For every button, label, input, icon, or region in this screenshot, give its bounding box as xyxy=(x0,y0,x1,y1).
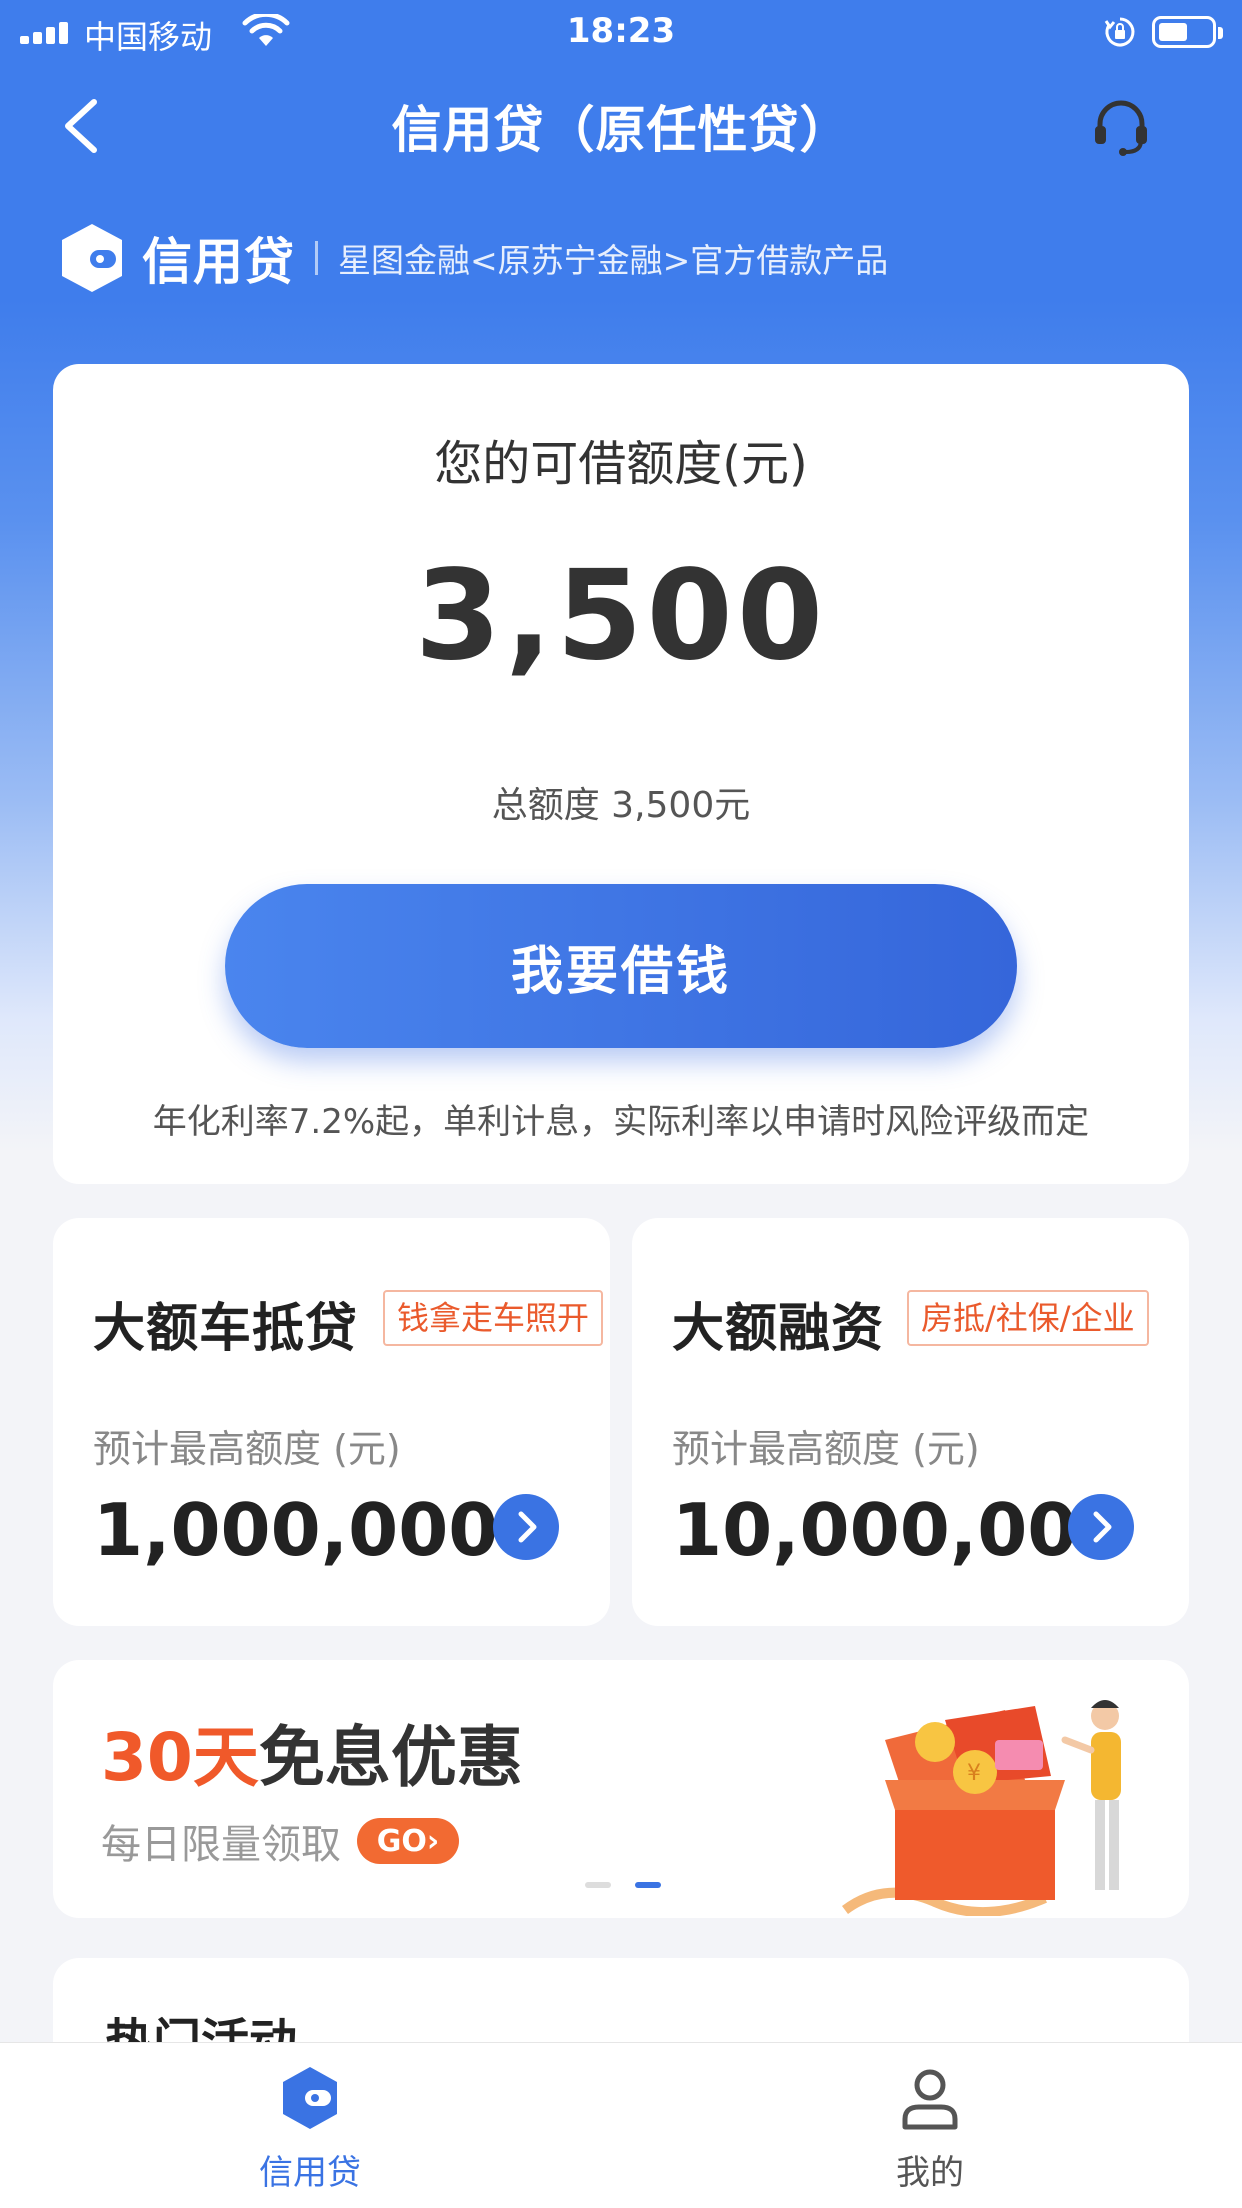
product-title: 大额车抵贷 xyxy=(93,1299,359,1359)
user-icon xyxy=(902,2069,958,2130)
banner-subtitle-text: 每日限量领取 xyxy=(101,1822,341,1868)
tab-label: 我的 xyxy=(896,2153,964,2193)
chevron-right-icon[interactable] xyxy=(493,1494,559,1560)
available-credit-amount: 3,500 xyxy=(414,544,828,688)
carousel-dot-active[interactable] xyxy=(635,1882,661,1888)
brand-divider xyxy=(315,241,318,275)
available-credit-label: 您的可借额度(元) xyxy=(434,436,808,492)
wallet-logo-icon xyxy=(62,224,122,292)
banner-subtitle: 每日限量领取 GO› xyxy=(101,1812,459,1870)
product-tag: 房抵/社保/企业 xyxy=(907,1290,1149,1346)
headset-icon[interactable] xyxy=(1090,96,1152,158)
banner-title: 30天免息优惠 xyxy=(101,1704,523,1800)
red-envelope-gift-illustration: ¥ xyxy=(842,1700,1121,1916)
borrow-button[interactable]: 我要借钱 xyxy=(225,884,1017,1048)
large-financing-card[interactable]: 大额融资 房抵/社保/企业 预计最高额度 (元) 10,000,000 xyxy=(632,1218,1189,1626)
battery-icon xyxy=(1152,16,1223,48)
interest-rate-note: 年化利率7.2%起，单利计息，实际利率以申请时风险评级而定 xyxy=(152,1102,1090,1142)
car-loan-card[interactable]: 大额车抵贷 钱拿走车照开 预计最高额度 (元) 1,000,000 xyxy=(53,1218,610,1626)
clock: 18:23 xyxy=(566,11,676,51)
product-tag: 钱拿走车照开 xyxy=(383,1290,604,1346)
brand-row: 信用贷 星图金融<原苏宁金融>官方借款产品 xyxy=(52,218,888,298)
page-title: 信用贷（原任性贷） xyxy=(391,101,851,159)
carousel-dots xyxy=(585,1882,705,1890)
tab-label: 信用贷 xyxy=(259,2153,361,2193)
tab-mine[interactable]: 我的 xyxy=(830,2063,1030,2194)
product-subtitle: 预计最高额度 (元) xyxy=(93,1427,401,1471)
bottom-tab-bar: 信用贷 我的 xyxy=(0,2042,1242,2208)
promo-banner[interactable]: 30天免息优惠 每日限量领取 GO› ¥ xyxy=(53,1660,1189,1918)
status-bar: 中国移动 18:23 xyxy=(0,0,1242,62)
orientation-lock-icon xyxy=(1104,17,1135,47)
chevron-right-icon[interactable] xyxy=(1068,1494,1134,1560)
carousel-dot[interactable] xyxy=(585,1882,611,1888)
product-max-amount: 1,000,000 xyxy=(93,1488,499,1572)
go-button[interactable]: GO› xyxy=(357,1818,459,1864)
total-credit-line: 总额度 3,500元 xyxy=(491,785,751,826)
tab-credit-loan[interactable]: 信用贷 xyxy=(210,2063,410,2194)
product-title: 大额融资 xyxy=(672,1299,885,1359)
product-subtitle: 预计最高额度 (元) xyxy=(672,1427,980,1471)
brand-subtitle: 星图金融<原苏宁金融>官方借款产品 xyxy=(338,241,889,280)
credit-card: 您的可借额度(元) 3,500 总额度 3,500元 我要借钱 年化利率7.2%… xyxy=(53,364,1189,1184)
product-max-amount: 10,000,000 xyxy=(672,1488,1128,1572)
banner-title-rest: 免息优惠 xyxy=(258,1719,523,1796)
brand-name: 信用贷 xyxy=(142,233,295,291)
wallet-icon xyxy=(283,2067,337,2129)
banner-title-highlight: 30天 xyxy=(101,1719,259,1796)
svg-text:¥: ¥ xyxy=(967,1761,981,1786)
